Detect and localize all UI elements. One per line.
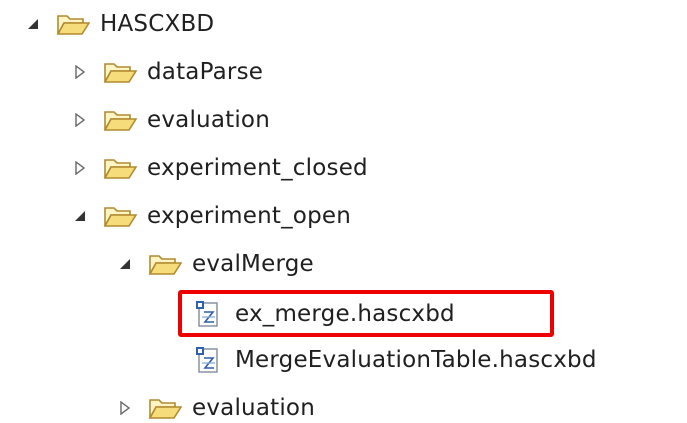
collapsed-triangle-icon[interactable] [69, 109, 91, 131]
tree-item-label: dataParse [147, 59, 264, 85]
tree-item-label: experiment_closed [147, 155, 368, 181]
collapsed-triangle-icon[interactable] [69, 157, 91, 179]
open-folder-icon [103, 106, 137, 134]
open-folder-icon [103, 202, 137, 230]
tree-item-evaluation[interactable]: evaluation [69, 96, 270, 144]
expanded-triangle-icon[interactable] [114, 253, 136, 275]
tree-item-label: HASCXBD [100, 11, 215, 37]
tree-item-label: evaluation [192, 395, 315, 421]
project-explorer-tree: HASCXBD dataParse evaluation experiment_… [0, 0, 687, 423]
tree-item-label: evaluation [147, 107, 270, 133]
collapsed-triangle-icon[interactable] [69, 61, 91, 83]
open-folder-icon [148, 394, 182, 422]
tree-item-experiment-open[interactable]: experiment_open [69, 192, 351, 240]
tree-item-label: evalMerge [192, 251, 314, 277]
highlight-box [178, 290, 554, 337]
tree-item-merge-evaluation-table-file[interactable]: MergeEvaluationTable.hascxbd [195, 336, 597, 384]
expanded-triangle-icon[interactable] [22, 13, 44, 35]
tree-item-label: MergeEvaluationTable.hascxbd [235, 347, 597, 373]
hascxbd-file-icon [195, 346, 221, 374]
tree-item-experiment-closed[interactable]: experiment_closed [69, 144, 368, 192]
tree-item-evaluation-sub[interactable]: evaluation [114, 384, 315, 423]
open-folder-icon [103, 58, 137, 86]
tree-item-dataparse[interactable]: dataParse [69, 48, 263, 96]
collapsed-triangle-icon[interactable] [114, 397, 136, 419]
expanded-triangle-icon[interactable] [69, 205, 91, 227]
open-folder-icon [56, 10, 90, 38]
open-folder-icon [103, 154, 137, 182]
tree-item-label: experiment_open [147, 203, 352, 229]
open-folder-icon [148, 250, 182, 278]
tree-item-evalmerge[interactable]: evalMerge [114, 240, 314, 288]
tree-item-hascxbd[interactable]: HASCXBD [22, 0, 214, 48]
